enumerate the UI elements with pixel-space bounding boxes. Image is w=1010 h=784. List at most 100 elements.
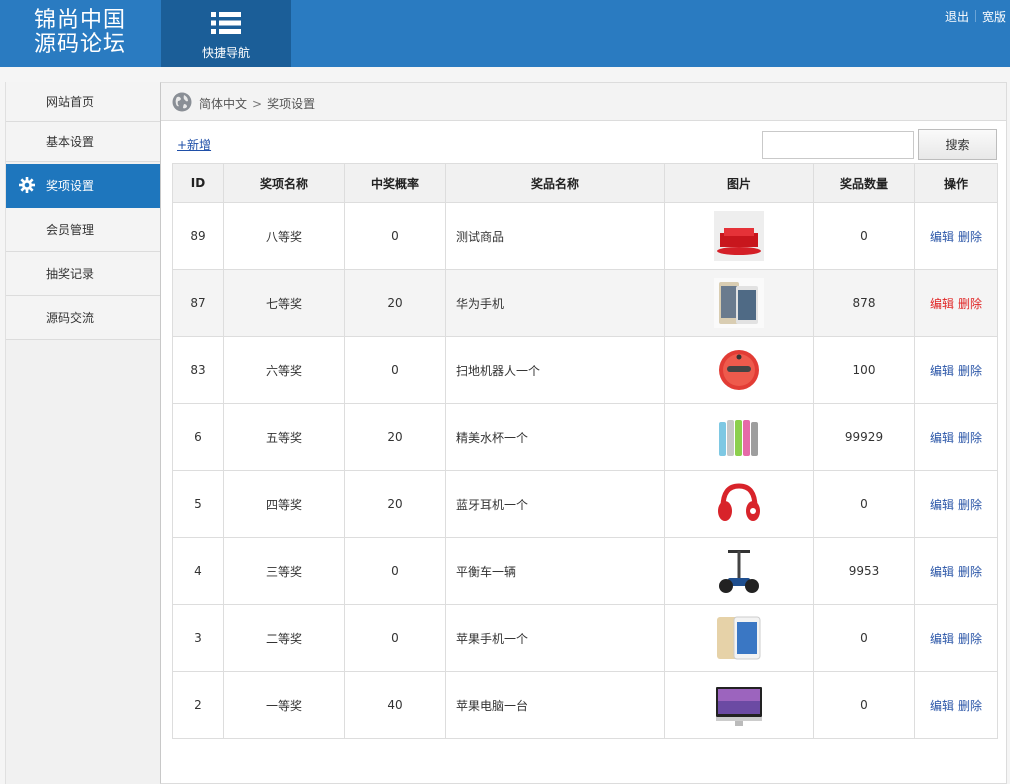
cell-image [664, 202, 814, 270]
sidebar-item-label: 源码交流 [46, 311, 95, 325]
cell-quantity: 99929 [813, 403, 915, 471]
cell-image [664, 403, 814, 471]
cell-quantity: 0 [813, 202, 915, 270]
cell-id: 4 [172, 537, 224, 605]
sidebar-item-basic-settings[interactable]: 基本设置 [6, 122, 161, 162]
cell-id: 2 [172, 671, 224, 739]
site-logo[interactable]: 锦尚中国 源码论坛 [0, 0, 161, 67]
search-button[interactable]: 搜索 [918, 129, 997, 160]
cell-image [664, 671, 814, 739]
logo-line-2: 源码论坛 [34, 32, 127, 57]
cell-quantity: 0 [813, 470, 915, 538]
cell-prize-name: 精美水杯一个 [445, 403, 665, 471]
gear-icon [19, 177, 35, 193]
table-row: 87 七等奖 20 华为手机 878 编辑 删除 [172, 269, 998, 337]
breadcrumb-current: 奖项设置 [267, 97, 316, 111]
sidebar-item-home[interactable]: 网站首页 [6, 82, 161, 122]
robot-vacuum-image [714, 345, 764, 395]
column-header-quantity: 奖品数量 [813, 163, 915, 203]
cell-image [664, 537, 814, 605]
cell-award-name: 四等奖 [223, 470, 345, 538]
cell-award-name: 一等奖 [223, 671, 345, 739]
cell-prize-name: 扫地机器人一个 [445, 336, 665, 404]
sidebar-item-label: 抽奖记录 [46, 267, 95, 281]
cell-id: 89 [172, 202, 224, 270]
column-header-probability: 中奖概率 [344, 163, 446, 203]
search-input[interactable] [762, 131, 914, 159]
edit-link[interactable]: 编辑 [930, 230, 954, 244]
cell-award-name: 五等奖 [223, 403, 345, 471]
cell-id: 87 [172, 269, 224, 337]
cell-probability: 40 [344, 671, 446, 739]
logo-line-1: 锦尚中国 [34, 8, 127, 33]
cell-quantity: 0 [813, 671, 915, 739]
cell-actions: 编辑 删除 [914, 604, 998, 672]
cell-award-name: 三等奖 [223, 537, 345, 605]
add-new-link[interactable]: +新增 [177, 136, 211, 153]
logout-link[interactable]: 退出 [945, 10, 969, 24]
cell-image [664, 604, 814, 672]
cell-prize-name: 苹果手机一个 [445, 604, 665, 672]
imac-image [714, 680, 764, 730]
cell-id: 83 [172, 336, 224, 404]
edit-link[interactable]: 编辑 [930, 498, 954, 512]
table-row: 89 八等奖 0 测试商品 0 编辑 删除 [172, 202, 998, 270]
edit-link[interactable]: 编辑 [930, 364, 954, 378]
column-header-id: ID [172, 163, 224, 203]
cell-actions: 编辑 删除 [914, 671, 998, 739]
cell-probability: 0 [344, 202, 446, 270]
cell-image [664, 269, 814, 337]
cell-actions: 编辑 删除 [914, 336, 998, 404]
delete-link[interactable]: 删除 [958, 498, 982, 512]
wide-mode-link[interactable]: 宽版 [982, 10, 1006, 24]
sidebar-item-lottery-records[interactable]: 抽奖记录 [6, 252, 161, 296]
cell-actions: 编辑 删除 [914, 403, 998, 471]
cell-probability: 0 [344, 336, 446, 404]
quick-nav-button[interactable]: 快捷导航 [161, 0, 291, 67]
delete-link[interactable]: 删除 [958, 230, 982, 244]
column-header-award-name: 奖项名称 [223, 163, 345, 203]
table-row: 6 五等奖 20 精美水杯一个 99929 编辑 删除 [172, 403, 998, 471]
sidebar-item-source-exchange[interactable]: 源码交流 [6, 296, 161, 340]
cell-actions: 编辑 删除 [914, 202, 998, 270]
bottles-image [714, 412, 764, 462]
cell-award-name: 八等奖 [223, 202, 345, 270]
cell-probability: 20 [344, 470, 446, 538]
divider [974, 10, 976, 22]
cell-award-name: 六等奖 [223, 336, 345, 404]
delete-link[interactable]: 删除 [958, 632, 982, 646]
edit-link[interactable]: 编辑 [930, 699, 954, 713]
breadcrumb-root[interactable]: 简体中文 [199, 97, 247, 111]
table-header-row: ID 奖项名称 中奖概率 奖品名称 图片 奖品数量 操作 [172, 163, 998, 203]
delete-link[interactable]: 删除 [958, 297, 982, 311]
cell-quantity: 100 [813, 336, 915, 404]
sidebar-item-label: 会员管理 [46, 223, 95, 237]
cell-probability: 20 [344, 403, 446, 471]
cell-prize-name: 平衡车一辆 [445, 537, 665, 605]
cell-probability: 0 [344, 537, 446, 605]
top-header: 锦尚中国 源码论坛 快捷导航 退出 宽版 [0, 0, 1010, 67]
cell-prize-name: 蓝牙耳机一个 [445, 470, 665, 538]
table-row: 3 二等奖 0 苹果手机一个 0 编辑 删除 [172, 604, 998, 672]
sidebar-item-label: 奖项设置 [46, 179, 95, 193]
cell-probability: 0 [344, 604, 446, 672]
sidebar-item-members[interactable]: 会员管理 [6, 208, 161, 252]
delete-link[interactable]: 删除 [958, 364, 982, 378]
edit-link[interactable]: 编辑 [930, 632, 954, 646]
delete-link[interactable]: 删除 [958, 431, 982, 445]
cell-prize-name: 测试商品 [445, 202, 665, 270]
red-box-image [714, 211, 764, 261]
sidebar: 网站首页 基本设置 奖项设置 会员管理 抽奖记录 源码交流 [5, 82, 161, 784]
edit-link[interactable]: 编辑 [930, 297, 954, 311]
cell-image [664, 470, 814, 538]
delete-link[interactable]: 删除 [958, 699, 982, 713]
awards-table: ID 奖项名称 中奖概率 奖品名称 图片 奖品数量 操作 89 八等奖 0 测试… [172, 163, 998, 739]
cell-id: 3 [172, 604, 224, 672]
globe-icon [172, 92, 192, 112]
cell-actions: 编辑 删除 [914, 269, 998, 337]
edit-link[interactable]: 编辑 [930, 565, 954, 579]
edit-link[interactable]: 编辑 [930, 431, 954, 445]
delete-link[interactable]: 删除 [958, 565, 982, 579]
sidebar-item-award-settings[interactable]: 奖项设置 [6, 164, 161, 208]
cell-quantity: 9953 [813, 537, 915, 605]
